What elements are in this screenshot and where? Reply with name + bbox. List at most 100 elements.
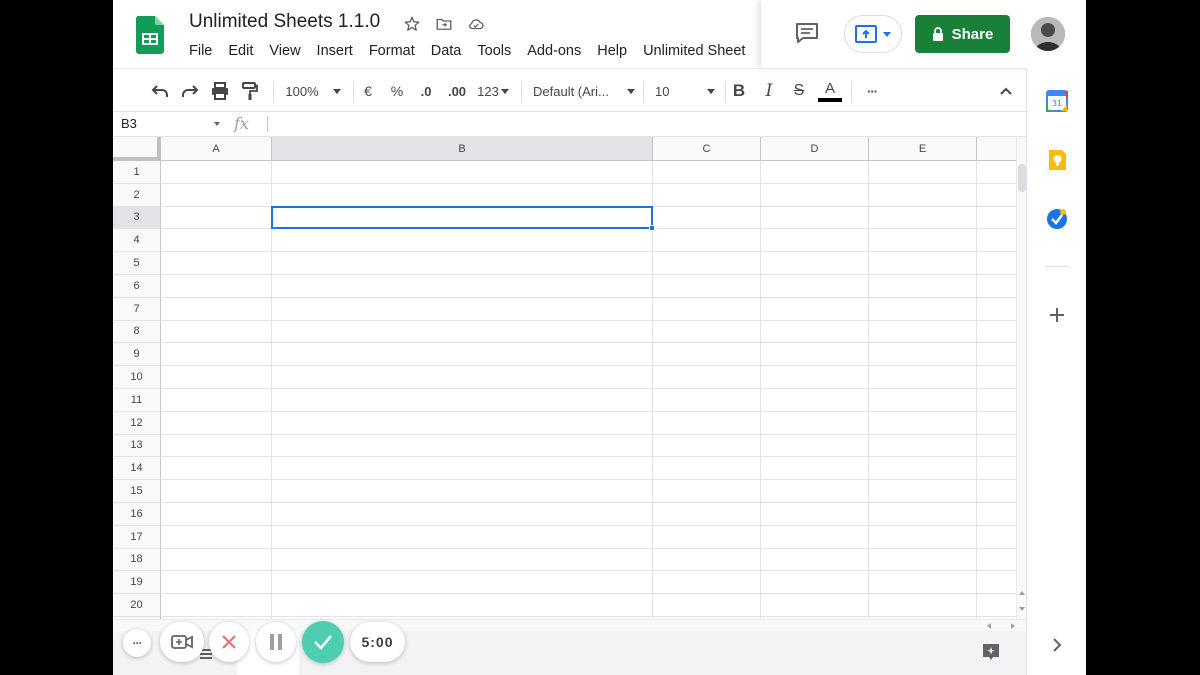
chevron-down-icon bbox=[883, 31, 891, 37]
recorder-timer: 5:00 bbox=[350, 622, 405, 662]
number-format-select[interactable]: 123 bbox=[475, 76, 511, 106]
scroll-left-icon[interactable] bbox=[985, 622, 993, 630]
recorder-more-button[interactable]: ··· bbox=[123, 629, 151, 657]
percent-format-button[interactable]: % bbox=[387, 76, 407, 106]
keep-icon[interactable] bbox=[1046, 149, 1068, 171]
account-avatar[interactable] bbox=[1031, 17, 1065, 51]
row-header-20[interactable]: 20 bbox=[113, 594, 161, 617]
recorder-camera-button[interactable] bbox=[160, 622, 204, 662]
row-gridline bbox=[161, 319, 1016, 321]
row-header-7[interactable]: 7 bbox=[113, 297, 161, 321]
present-button[interactable] bbox=[844, 15, 902, 53]
row-header-4[interactable]: 4 bbox=[113, 229, 161, 253]
menu-data[interactable]: Data bbox=[423, 42, 470, 60]
row-header-2[interactable]: 2 bbox=[113, 183, 161, 207]
row-header-14[interactable]: 14 bbox=[113, 457, 161, 481]
menu-unlimited-sheet[interactable]: Unlimited Sheet bbox=[635, 42, 753, 60]
font-size-select[interactable]: 10 bbox=[655, 76, 715, 106]
comment-history-button[interactable] bbox=[793, 20, 821, 46]
menu-tools[interactable]: Tools bbox=[469, 42, 519, 60]
add-icon[interactable] bbox=[1046, 304, 1068, 326]
menu-add-ons[interactable]: Add-ons bbox=[519, 42, 589, 60]
chevron-down-icon bbox=[627, 88, 635, 94]
active-cell-selection[interactable] bbox=[271, 205, 653, 230]
name-box[interactable]: B3 bbox=[113, 112, 223, 136]
column-header-e[interactable]: E bbox=[869, 137, 977, 161]
print-button[interactable] bbox=[207, 76, 233, 106]
column-header-a[interactable]: A bbox=[161, 137, 272, 161]
font-family-select[interactable]: Default (Ari... bbox=[533, 76, 635, 106]
collapse-menus-button[interactable] bbox=[995, 76, 1017, 106]
zoom-select[interactable]: 100% bbox=[283, 76, 343, 106]
star-icon[interactable] bbox=[402, 14, 422, 34]
menu-help[interactable]: Help bbox=[589, 42, 635, 60]
row-header-11[interactable]: 11 bbox=[113, 389, 161, 412]
sheets-logo-icon[interactable] bbox=[136, 16, 164, 54]
move-folder-icon[interactable] bbox=[434, 14, 454, 34]
decrease-decimal-button[interactable]: .0 bbox=[415, 76, 437, 106]
scroll-down-icon[interactable] bbox=[1018, 605, 1026, 613]
column-header-b[interactable]: B bbox=[272, 137, 653, 161]
font-family-value: Default (Ari... bbox=[533, 83, 609, 99]
comment-icon bbox=[796, 23, 818, 43]
menu-edit[interactable]: Edit bbox=[220, 42, 261, 60]
more-formats-button[interactable]: ··· bbox=[861, 76, 883, 106]
toolbar-divider bbox=[851, 81, 852, 103]
menu-file[interactable]: File bbox=[181, 42, 220, 60]
row-header-6[interactable]: 6 bbox=[113, 275, 161, 298]
row-gridline bbox=[161, 342, 1016, 344]
recorder-cancel-button[interactable] bbox=[209, 622, 249, 662]
vertical-scrollbar[interactable] bbox=[1016, 137, 1026, 619]
currency-format-button[interactable]: € bbox=[358, 76, 378, 106]
row-gridline bbox=[161, 547, 1016, 549]
recorder-finish-button[interactable] bbox=[302, 621, 344, 663]
row-header-9[interactable]: 9 bbox=[113, 343, 161, 367]
increase-decimal-label: .00 bbox=[447, 83, 467, 99]
spreadsheet-grid[interactable]: ABCDE 1 2 3 4 5 6 7 8 9 10 11 12 13 14 15 16 17 18 19 20 bbox=[113, 137, 1016, 619]
calendar-icon[interactable]: 31 bbox=[1046, 90, 1068, 112]
increase-decimal-button[interactable]: .00 bbox=[443, 76, 471, 106]
row-header-8[interactable]: 8 bbox=[113, 320, 161, 344]
row-header-10[interactable]: 10 bbox=[113, 366, 161, 389]
row-header-15[interactable]: 15 bbox=[113, 480, 161, 503]
column-header[interactable] bbox=[977, 137, 1016, 161]
strikethrough-button[interactable]: S bbox=[789, 76, 809, 106]
cloud-saved-icon[interactable] bbox=[466, 14, 486, 34]
row-header-3[interactable]: 3 bbox=[113, 206, 161, 230]
explore-icon[interactable] bbox=[981, 642, 1001, 662]
column-header-c[interactable]: C bbox=[653, 137, 761, 161]
bold-button[interactable]: B bbox=[729, 76, 749, 106]
row-header-19[interactable]: 19 bbox=[113, 571, 161, 595]
menu-insert[interactable]: Insert bbox=[309, 42, 361, 60]
menu-view[interactable]: View bbox=[261, 42, 308, 60]
redo-button[interactable] bbox=[177, 76, 203, 106]
text-color-button[interactable]: A bbox=[818, 76, 842, 106]
row-header-12[interactable]: 12 bbox=[113, 411, 161, 435]
horizontal-scrollbar[interactable] bbox=[113, 619, 1026, 631]
row-header-1[interactable]: 1 bbox=[113, 161, 161, 184]
share-button[interactable]: Share bbox=[915, 15, 1010, 53]
column-header-d[interactable]: D bbox=[761, 137, 869, 161]
scroll-up-icon[interactable] bbox=[1018, 589, 1026, 597]
scroll-right-icon[interactable] bbox=[1009, 622, 1017, 630]
undo-button[interactable] bbox=[147, 76, 173, 106]
tasks-icon[interactable] bbox=[1046, 208, 1068, 230]
select-all-corner[interactable] bbox=[113, 137, 161, 161]
document-title[interactable]: Unlimited Sheets 1.1.0 bbox=[189, 11, 380, 33]
side-panel: 31 bbox=[1026, 68, 1086, 675]
fill-handle[interactable] bbox=[649, 225, 655, 232]
recorder-pause-button[interactable] bbox=[256, 622, 296, 662]
menu-format[interactable]: Format bbox=[361, 42, 423, 60]
paint-format-button[interactable] bbox=[237, 76, 263, 106]
row-gridline bbox=[161, 365, 1016, 367]
row-header-16[interactable]: 16 bbox=[113, 503, 161, 526]
row-header-17[interactable]: 17 bbox=[113, 525, 161, 549]
row-header-13[interactable]: 13 bbox=[113, 434, 161, 458]
italic-button[interactable]: I bbox=[759, 76, 779, 106]
scrollbar-thumb[interactable] bbox=[1018, 164, 1026, 192]
title-actions bbox=[402, 14, 486, 34]
chevron-right-icon[interactable] bbox=[1046, 634, 1068, 656]
row-header-5[interactable]: 5 bbox=[113, 252, 161, 275]
undo-icon bbox=[151, 85, 168, 97]
row-header-18[interactable]: 18 bbox=[113, 548, 161, 572]
